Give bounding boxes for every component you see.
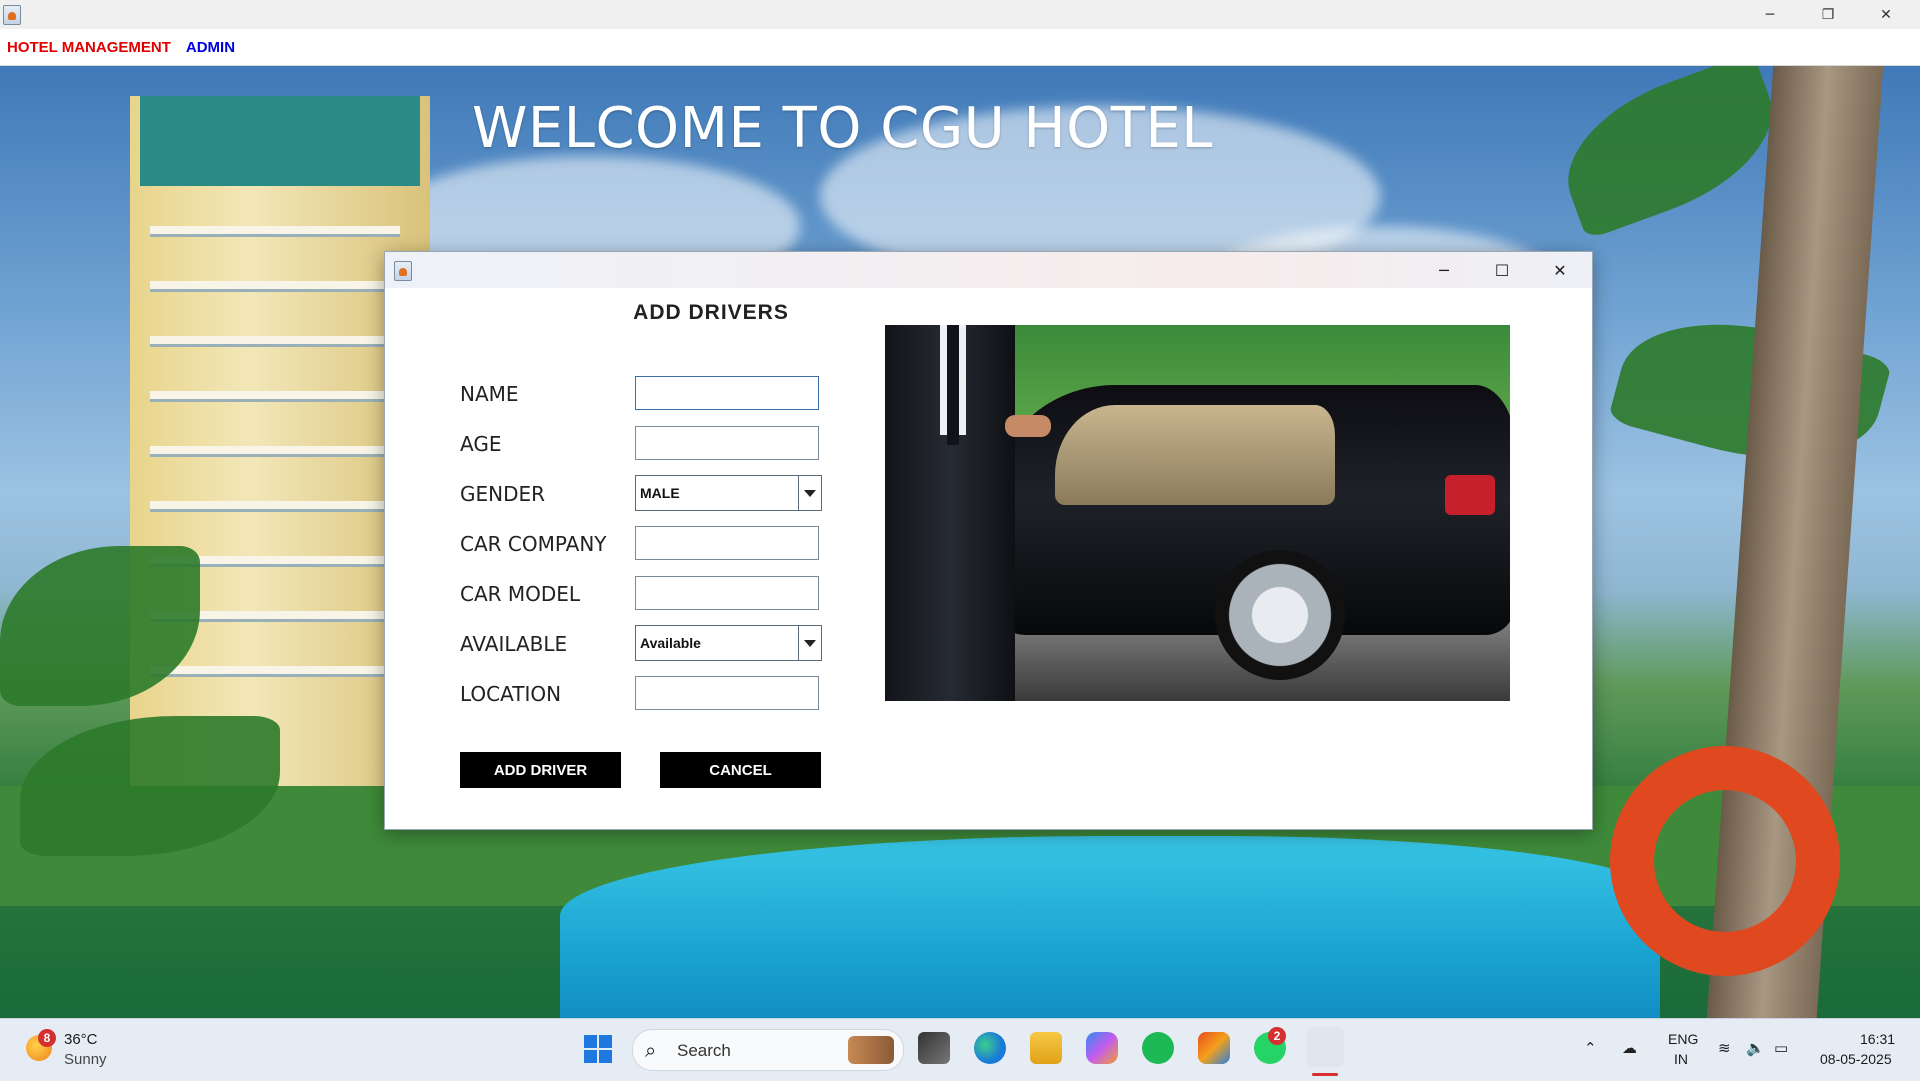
- clock-time[interactable]: 16:31: [1860, 1031, 1895, 1047]
- search-placeholder: Search: [677, 1041, 731, 1060]
- clock-date[interactable]: 08-05-2025: [1820, 1051, 1892, 1067]
- whatsapp-badge: 2: [1268, 1027, 1286, 1045]
- minimize-button[interactable]: ─: [1741, 0, 1799, 29]
- gender-label: GENDER: [460, 482, 546, 506]
- outer-titlebar: ─ ❐ ✕: [0, 0, 1920, 29]
- location-input[interactable]: [635, 676, 819, 710]
- available-dropdown[interactable]: Available: [635, 625, 822, 661]
- search-highlight-icon: [848, 1036, 894, 1064]
- spotify-icon[interactable]: [1142, 1032, 1174, 1064]
- battery-icon[interactable]: ▭: [1774, 1039, 1788, 1057]
- weather-badge: 8: [38, 1029, 56, 1047]
- java-app-icon: [394, 261, 412, 281]
- gender-selected-value: MALE: [640, 485, 680, 501]
- language-bottom[interactable]: IN: [1674, 1051, 1688, 1067]
- car-model-label: CAR MODEL: [460, 582, 581, 606]
- menu-admin[interactable]: ADMIN: [186, 39, 235, 56]
- file-explorer-icon[interactable]: [1030, 1032, 1062, 1064]
- language-top[interactable]: ENG: [1668, 1031, 1698, 1047]
- name-input[interactable]: [635, 376, 819, 410]
- start-button[interactable]: [584, 1035, 612, 1063]
- add-drivers-dialog: ─ ☐ ✕ ADD DRIVERS NAME AGE GENDER MALE C…: [384, 251, 1593, 830]
- dialog-maximize-button[interactable]: ☐: [1473, 252, 1531, 288]
- location-label: LOCATION: [460, 682, 562, 706]
- close-button[interactable]: ✕: [1857, 0, 1915, 29]
- welcome-heading: WELCOME TO CGU HOTEL: [472, 96, 1213, 161]
- copilot-icon[interactable]: [1086, 1032, 1118, 1064]
- onedrive-icon[interactable]: ☁: [1622, 1039, 1637, 1057]
- age-label: AGE: [460, 432, 502, 456]
- life-ring: [1610, 746, 1840, 976]
- menu-hotel-management[interactable]: HOTEL MANAGEMENT: [7, 39, 171, 56]
- gender-dropdown[interactable]: MALE: [635, 475, 822, 511]
- car-company-label: CAR COMPANY: [460, 532, 607, 556]
- taskbar: 8 36°C Sunny ⌕ Search 2 ⌃ ☁ ENG IN ≋ 🔈 ▭…: [0, 1018, 1920, 1081]
- add-driver-button[interactable]: ADD DRIVER: [460, 752, 621, 788]
- wifi-icon[interactable]: ≋: [1718, 1039, 1731, 1057]
- chauffeur-car-photo: [885, 325, 1510, 701]
- cancel-button[interactable]: CANCEL: [660, 752, 821, 788]
- dialog-minimize-button[interactable]: ─: [1415, 252, 1473, 288]
- java-taskbar-icon[interactable]: [1306, 1027, 1344, 1067]
- weather-temp: 36°C: [64, 1031, 98, 1048]
- car-company-input[interactable]: [635, 526, 819, 560]
- search-icon: ⌕: [645, 1038, 657, 1062]
- taskbar-search[interactable]: ⌕ Search: [632, 1029, 904, 1071]
- age-input[interactable]: [635, 426, 819, 460]
- chauffeur: [885, 325, 1015, 701]
- available-label: AVAILABLE: [460, 632, 568, 656]
- name-label: NAME: [460, 382, 519, 406]
- menubar: HOTEL MANAGEMENT ADMIN: [0, 29, 1920, 66]
- weather-condition: Sunny: [64, 1051, 107, 1068]
- car-model-input[interactable]: [635, 576, 819, 610]
- active-app-indicator: [1312, 1073, 1338, 1076]
- edge-icon[interactable]: [974, 1032, 1006, 1064]
- dialog-close-button[interactable]: ✕: [1531, 252, 1589, 288]
- volume-icon[interactable]: 🔈: [1746, 1039, 1765, 1057]
- chevron-down-icon[interactable]: [798, 476, 821, 510]
- chevron-down-icon[interactable]: [798, 626, 821, 660]
- office-icon[interactable]: [1198, 1032, 1230, 1064]
- chevron-up-icon[interactable]: ⌃: [1584, 1039, 1597, 1057]
- dialog-heading: ADD DRIVERS: [633, 301, 789, 324]
- task-view-icon[interactable]: [918, 1032, 950, 1064]
- available-selected-value: Available: [640, 635, 701, 651]
- dialog-titlebar: ─ ☐ ✕: [385, 252, 1592, 288]
- java-app-icon: [3, 5, 21, 25]
- restore-button[interactable]: ❐: [1799, 0, 1857, 29]
- swimming-pool: [560, 836, 1660, 1018]
